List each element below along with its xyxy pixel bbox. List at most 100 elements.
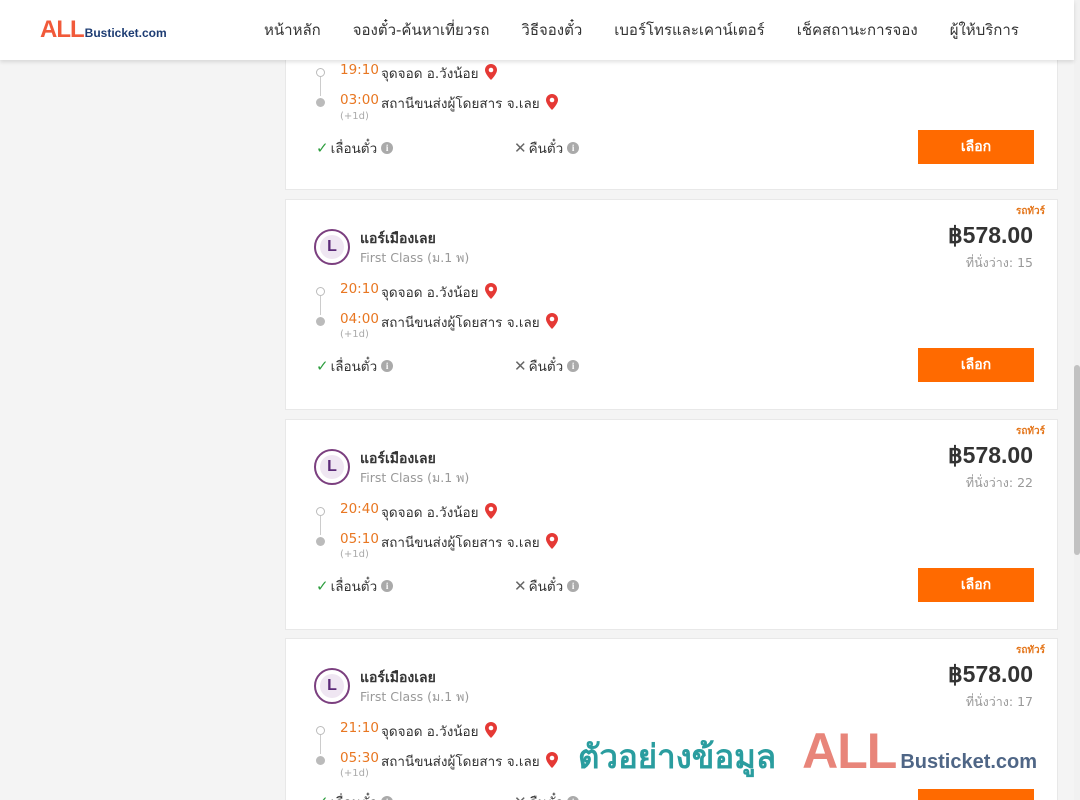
logo-domain-text: Busticket.com [84, 26, 167, 40]
departure-dot [316, 726, 325, 735]
route-line [320, 516, 321, 535]
refund-ticket-label: คืนตั๋ว [528, 141, 564, 157]
next-day-note: (+1d) [340, 111, 369, 122]
departure-place: จุดจอด อ.วังน้อย [381, 720, 497, 742]
info-icon[interactable]: i [567, 360, 580, 372]
trip-route: 20:40 จุดจอด อ.วังน้อย 05:10 สถานีขนส่งผ… [316, 420, 816, 560]
arrival-time: 05:10 [340, 531, 379, 547]
next-day-note: (+1d) [340, 768, 369, 779]
arrival-place: สถานีขนส่งผู้โดยสาร จ.เลย [381, 311, 558, 333]
map-pin-icon[interactable] [545, 752, 558, 768]
departure-time: 20:40 [340, 501, 379, 517]
refund-ticket-option: ✕ คืนตั๋ว i [514, 575, 580, 597]
arrival-dot [316, 317, 325, 326]
route-line [320, 296, 321, 315]
arrival-place-text: สถานีขนส่งผู้โดยสาร จ.เลย [381, 96, 540, 112]
map-pin-icon[interactable] [545, 533, 558, 549]
site-header: ALL Busticket.com หน้าหลัก จองตั๋ว-ค้นหา… [0, 0, 1074, 60]
arrival-time: 04:00 [340, 311, 379, 327]
departure-time: 19:10 [340, 62, 379, 78]
departure-time: 21:10 [340, 720, 379, 736]
arrival-dot [316, 537, 325, 546]
departure-time: 20:10 [340, 281, 379, 297]
trip-card: รถทัวร์ L แอร์เมืองเลย First Class (ม.1 … [285, 419, 1058, 630]
watermark-text: ตัวอย่างข้อมูล [578, 737, 777, 776]
info-icon[interactable]: i [567, 142, 580, 154]
select-trip-button[interactable]: เลือก [918, 130, 1034, 164]
watermark-logo-domain: Busticket.com [900, 751, 1038, 773]
nav-book-search[interactable]: จองตั๋ว-ค้นหาเที่ยวรถ [337, 18, 506, 42]
info-icon[interactable]: i [381, 360, 394, 372]
scrollbar-thumb[interactable] [1074, 365, 1080, 555]
nav-how-to-book[interactable]: วิธีจองตั๋ว [505, 18, 598, 42]
refund-ticket-label: คืนตั๋ว [528, 579, 564, 595]
departure-place-text: จุดจอด อ.วังน้อย [381, 66, 479, 82]
departure-place: จุดจอด อ.วังน้อย [381, 281, 497, 303]
select-trip-button[interactable] [918, 789, 1034, 800]
nav-phone-counters[interactable]: เบอร์โทรและเคาน์เตอร์ [598, 18, 780, 42]
info-icon[interactable]: i [381, 142, 394, 154]
seats-available: ที่นั่งว่าง: 22 [965, 475, 1033, 490]
arrival-time: 03:00 [340, 92, 379, 108]
refund-ticket-option: ✕ คืนตั๋ว i [514, 137, 580, 159]
trip-route: 20:10 จุดจอด อ.วังน้อย 04:00 สถานีขนส่งผ… [316, 200, 816, 340]
watermark-logo-all: ALL [802, 723, 897, 779]
map-pin-icon[interactable] [545, 94, 558, 110]
change-ticket-label: เลื่อนตั๋ว [331, 791, 378, 800]
refund-ticket-label: คืนตั๋ว [529, 791, 564, 800]
map-pin-icon[interactable] [484, 503, 497, 519]
check-icon: ✓ [316, 577, 329, 595]
info-icon[interactable]: i [567, 796, 580, 800]
arrival-dot [316, 756, 325, 765]
bus-type-badge: รถทัวร์ [1015, 426, 1045, 437]
main-nav: หน้าหลัก จองตั๋ว-ค้นหาเที่ยวรถ วิธีจองตั… [248, 0, 1035, 60]
trip-card: รถทัวร์ L แอร์เมืองเลย First Class (ม.1 … [285, 199, 1058, 410]
route-line [320, 735, 321, 754]
arrival-dot [316, 98, 325, 107]
refund-ticket-option: ✕ คืนตั๋ว i [514, 791, 580, 800]
arrival-time: 05:30 [340, 750, 379, 766]
next-day-note: (+1d) [340, 549, 369, 560]
page-scrollbar[interactable] [1074, 0, 1080, 800]
departure-place: จุดจอด อ.วังน้อย [381, 62, 497, 84]
change-ticket-label: เลื่อนตั๋ว [330, 579, 378, 595]
select-trip-button[interactable]: เลือก [918, 568, 1034, 602]
bus-type-badge: รถทัวร์ [1015, 206, 1045, 217]
departure-place-text: จุดจอด อ.วังน้อย [381, 505, 479, 521]
departure-place: จุดจอด อ.วังน้อย [381, 501, 497, 523]
arrival-place-text: สถานีขนส่งผู้โดยสาร จ.เลย [381, 315, 540, 331]
cross-icon: ✕ [514, 139, 527, 157]
nav-check-booking[interactable]: เช็คสถานะการจอง [781, 18, 934, 42]
info-icon[interactable]: i [381, 580, 394, 592]
arrival-place-text: สถานีขนส่งผู้โดยสาร จ.เลย [381, 754, 540, 770]
arrival-place: สถานีขนส่งผู้โดยสาร จ.เลย [381, 531, 558, 553]
change-ticket-label: เลื่อนตั๋ว [330, 359, 378, 375]
change-ticket-option: ✓ เลื่อนตั๋ว i [316, 791, 394, 800]
cross-icon: ✕ [514, 577, 527, 595]
cross-icon: ✕ [514, 793, 527, 800]
departure-dot [316, 507, 325, 516]
route-line [320, 77, 321, 96]
cross-icon: ✕ [514, 357, 527, 375]
next-day-note: (+1d) [340, 329, 369, 340]
map-pin-icon[interactable] [484, 722, 497, 738]
nav-home[interactable]: หน้าหลัก [248, 18, 337, 42]
departure-place-text: จุดจอด อ.วังน้อย [381, 724, 479, 740]
map-pin-icon[interactable] [484, 64, 497, 80]
select-trip-button[interactable]: เลือก [918, 348, 1034, 382]
info-icon[interactable]: i [567, 580, 580, 592]
departure-dot [316, 287, 325, 296]
logo-all-text: ALL [40, 16, 85, 43]
arrival-place: สถานีขนส่งผู้โดยสาร จ.เลย [381, 750, 558, 772]
bus-type-badge: รถทัวร์ [1015, 645, 1045, 656]
map-pin-icon[interactable] [484, 283, 497, 299]
change-ticket-option: ✓ เลื่อนตั๋ว i [316, 137, 394, 159]
site-logo[interactable]: ALL Busticket.com [40, 18, 167, 42]
departure-place-text: จุดจอด อ.วังน้อย [381, 285, 479, 301]
trip-price: ฿578.00 [948, 222, 1033, 248]
refund-ticket-label: คืนตั๋ว [528, 359, 564, 375]
info-icon[interactable]: i [381, 796, 394, 800]
check-icon: ✓ [316, 357, 329, 375]
nav-operators[interactable]: ผู้ให้บริการ [934, 18, 1035, 42]
map-pin-icon[interactable] [545, 313, 558, 329]
